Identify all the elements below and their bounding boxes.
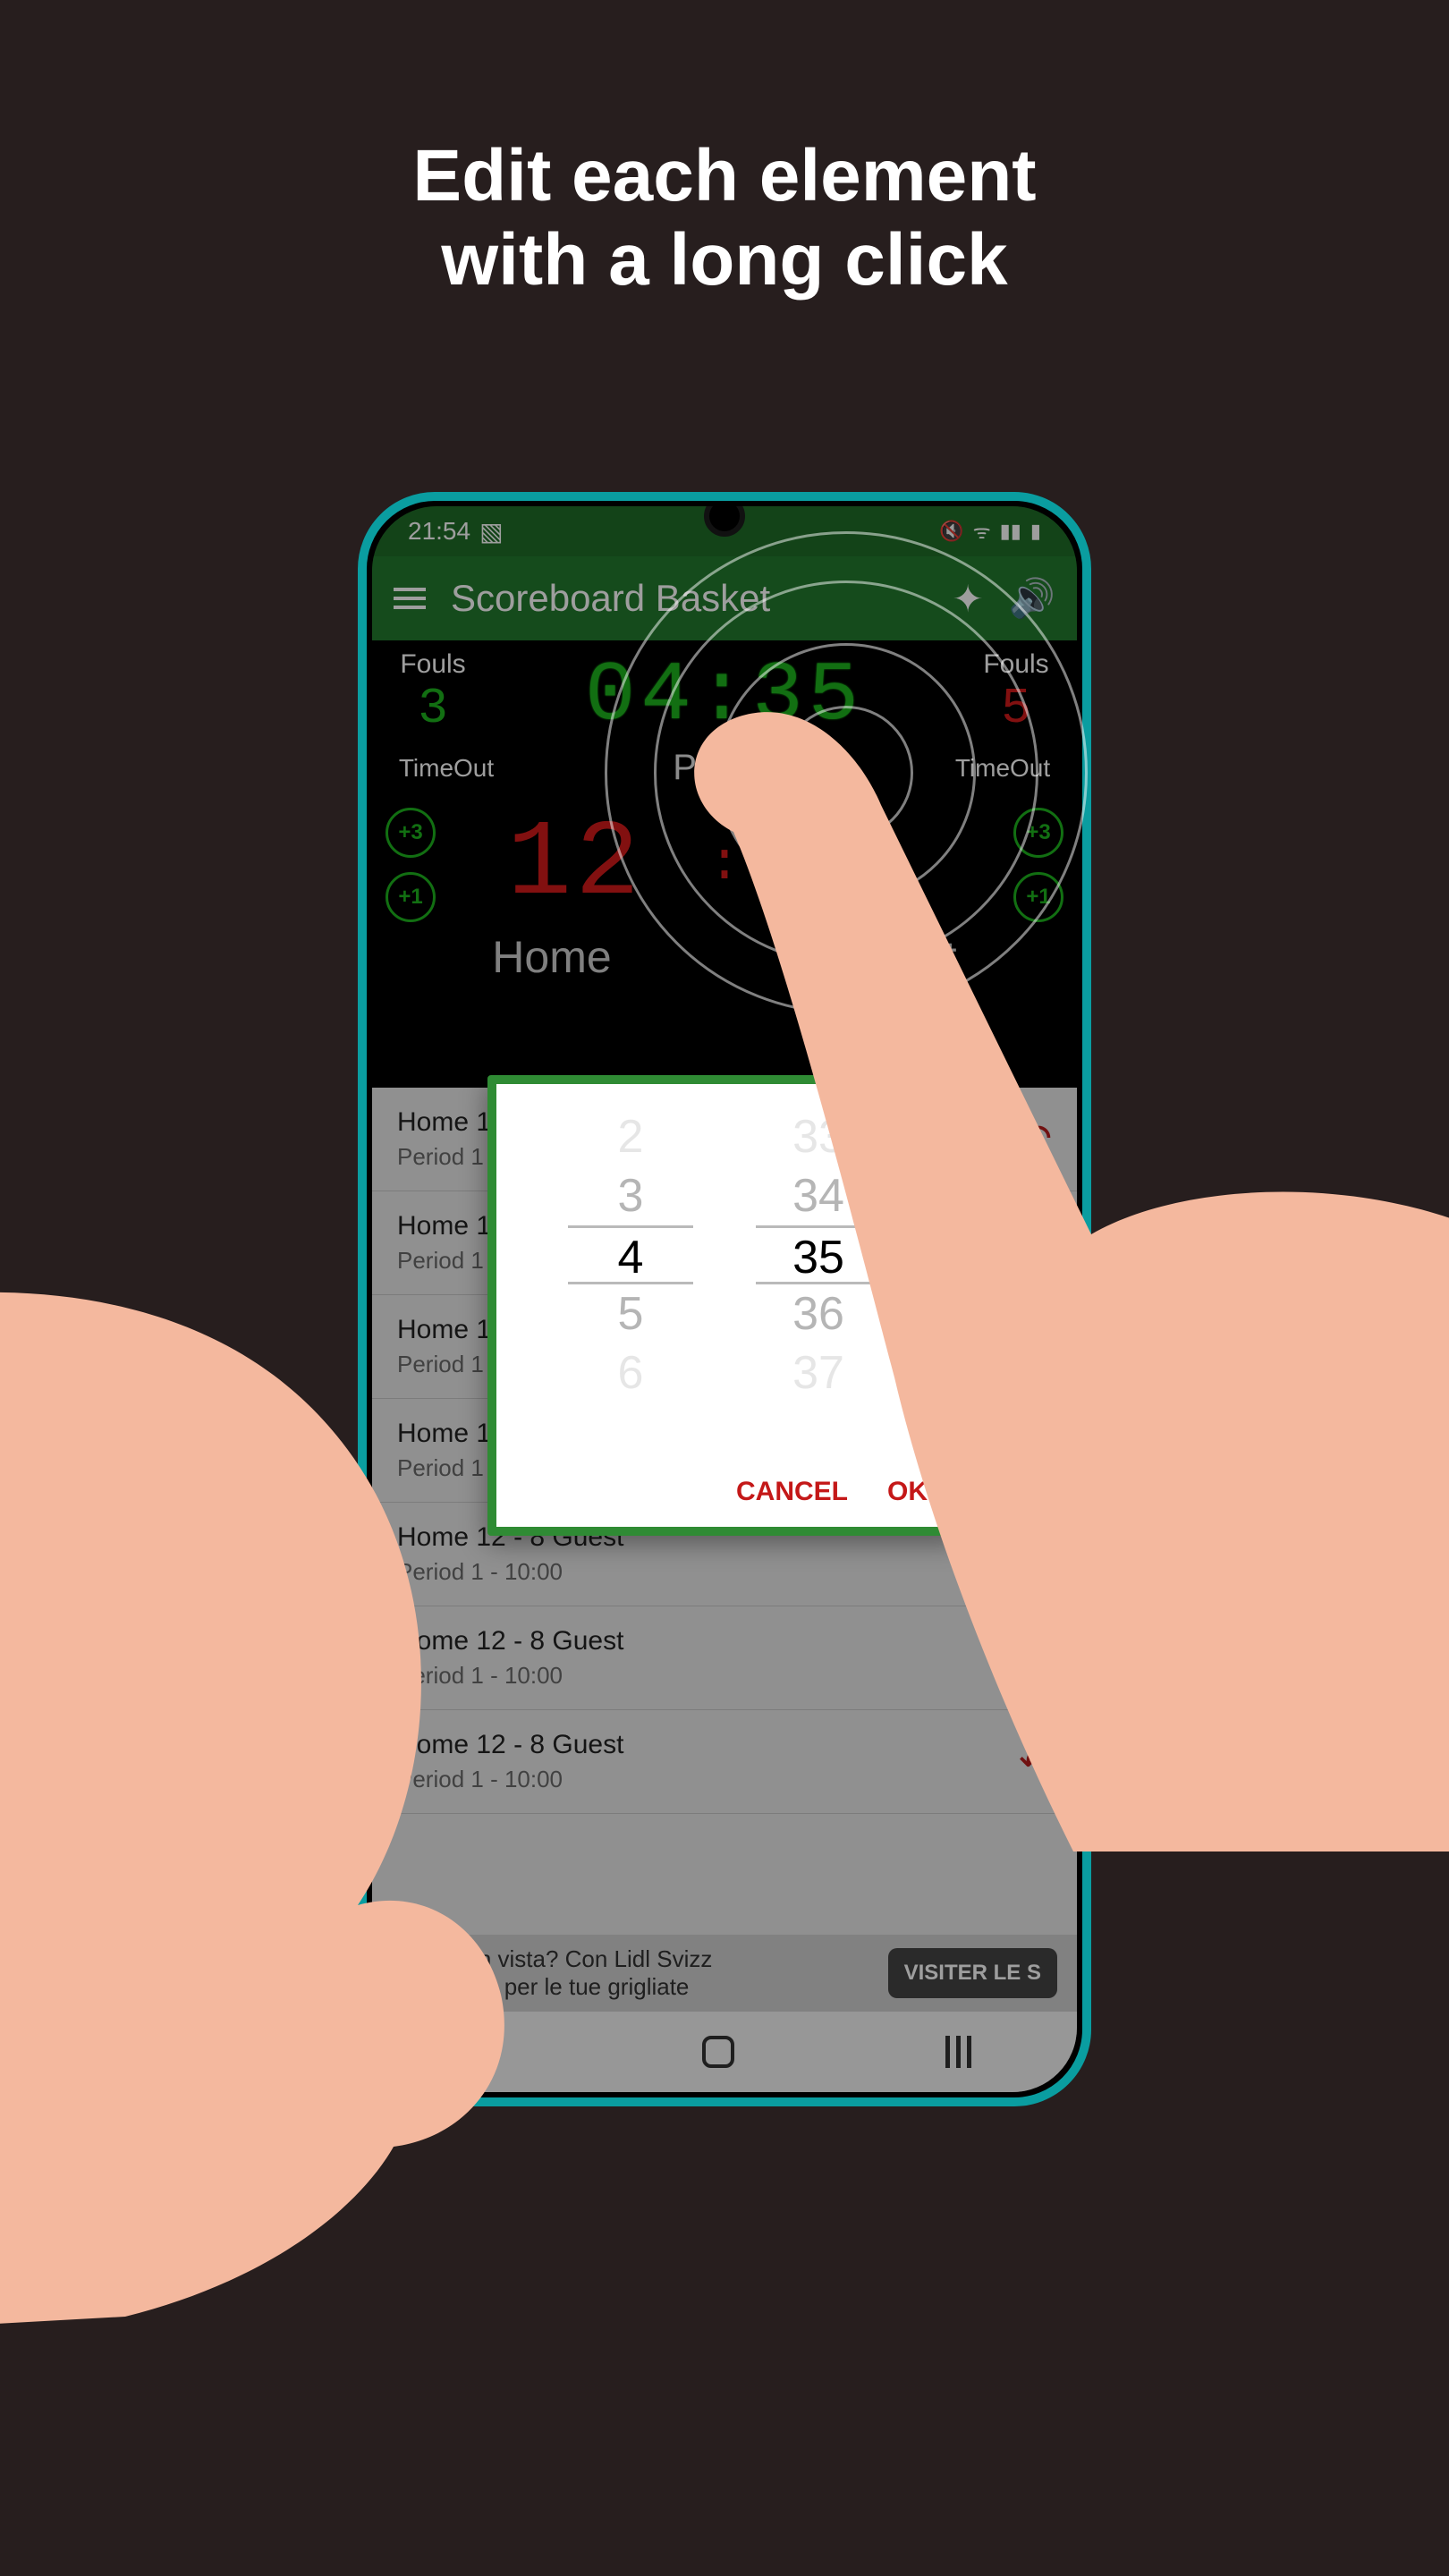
hand-illustration-left	[0, 1261, 787, 2334]
headline-line2: with a long click	[441, 219, 1007, 301]
marketing-headline: Edit each element with a long click	[0, 134, 1449, 303]
headline-line1: Edit each element	[412, 135, 1036, 216]
